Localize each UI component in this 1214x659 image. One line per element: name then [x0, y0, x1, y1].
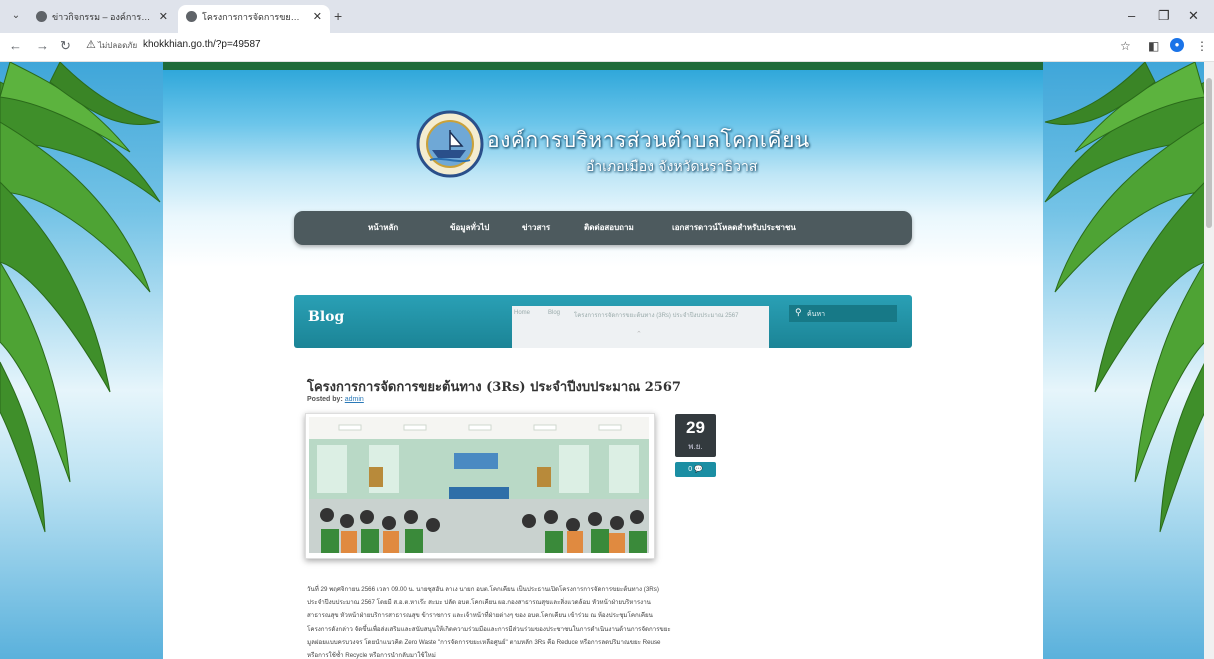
- minimize-icon[interactable]: –: [1128, 8, 1135, 24]
- warning-icon: ⚠: [86, 39, 96, 51]
- comments-count-button[interactable]: 0 💬: [675, 462, 716, 477]
- back-icon[interactable]: ←: [9, 38, 22, 54]
- author-link[interactable]: admin: [345, 396, 364, 403]
- breadcrumb-current: โครงการการจัดการขยะต้นทาง (3Rs) ประจำปีง…: [574, 313, 739, 319]
- url-text[interactable]: khokkhian.go.th/?p=49587: [143, 39, 261, 50]
- post-date-badge: 29 พ.ย.: [675, 414, 716, 457]
- breadcrumb: Home Blog โครงการการจัดการขยะต้นทาง (3Rs…: [512, 306, 769, 348]
- post-body-line: ประจำปีงบประมาณ 2567 โดยมี ส.อ.ต.หาเร๊ะ …: [307, 599, 651, 607]
- profile-avatar-icon[interactable]: ●: [1170, 38, 1184, 52]
- post-body-line: หรือการใช้ซ้ำ Recycle หรือการนำกลับมาใช้…: [307, 652, 436, 659]
- new-tab-icon[interactable]: +: [334, 9, 342, 23]
- side-panel-icon[interactable]: ◧: [1148, 38, 1159, 54]
- restore-icon[interactable]: ❐: [1158, 8, 1170, 24]
- page-viewport: องค์การบริหารส่วนตำบลโคกเคียน อำเภอเมือง…: [0, 62, 1204, 659]
- blog-heading: Blog: [308, 309, 345, 325]
- browser-tab-news[interactable]: ข่าวกิจกรรม – องค์การบริหารส่วนตำ ✕: [28, 5, 176, 33]
- search-icon: ⚲: [795, 307, 802, 317]
- browser-tab-strip: ⌄ ข่าวกิจกรรม – องค์การบริหารส่วนตำ ✕ โค…: [0, 0, 1214, 33]
- main-navigation: หน้าหลัก ข้อมูลทั่วไป ข่าวสาร ติดต่อสอบถ…: [294, 211, 912, 245]
- globe-icon: [186, 11, 197, 22]
- menu-dots-icon[interactable]: ⋮: [1196, 38, 1208, 54]
- post-body: วันที่ 29 พฤศจิกายน 2566 เวลา 09.00 น. น…: [307, 583, 752, 659]
- header-top-strip: [163, 62, 1043, 70]
- search-placeholder: ค้นหา: [807, 311, 826, 318]
- post-body-line: สาธารณสุข หัวหน้าฝ่ายบริการสาธารณสุข ข้า…: [307, 612, 653, 620]
- chevron-up-icon: ⌃: [636, 331, 642, 338]
- post-body-line: วันที่ 29 พฤศจิกายน 2566 เวลา 09.00 น. น…: [307, 586, 659, 593]
- comments-count: 0: [688, 466, 693, 473]
- scrollbar-thumb[interactable]: [1206, 78, 1212, 228]
- close-icon[interactable]: ✕: [159, 5, 168, 29]
- nav-home[interactable]: หน้าหลัก: [368, 211, 398, 245]
- site-title: องค์การบริหารส่วนตำบลโคกเคียน: [487, 128, 810, 152]
- search-input[interactable]: ⚲ ค้นหา: [789, 305, 897, 322]
- meeting-room-photo: [309, 417, 649, 553]
- blog-title-bar: Blog Home Blog โครงการการจัดการขยะต้นทาง…: [294, 295, 912, 348]
- close-icon[interactable]: ✕: [313, 5, 322, 29]
- breadcrumb-blog[interactable]: Blog: [548, 310, 560, 316]
- tab-search-icon[interactable]: ⌄: [9, 9, 23, 23]
- reload-icon[interactable]: ↻: [60, 38, 71, 54]
- post-title: โครงการการจัดการขยะต้นทาง (3Rs) ประจำปีง…: [307, 380, 681, 395]
- post-date-day: 29: [686, 418, 705, 437]
- browser-toolbar: ← → ↻ ⚠ ไม่ปลอดภัย khokkhian.go.th/?p=49…: [0, 33, 1214, 62]
- nav-general-info[interactable]: ข้อมูลทั่วไป: [450, 211, 489, 245]
- site-subtitle: อำเภอเมือง จังหวัดนราธิวาส: [586, 159, 758, 175]
- post-body-line: มูลฝอยแบบครบวงจร โดยนำแนวคิด Zero Waste …: [307, 638, 661, 646]
- nav-contact[interactable]: ติดต่อสอบถาม: [584, 211, 634, 245]
- browser-tab-current[interactable]: โครงการการจัดการขยะต้นทาง (3Rs) ✕: [178, 5, 330, 33]
- nav-downloads[interactable]: เอกสารดาวน์โหลดสำหรับประชาชน: [672, 211, 796, 245]
- address-bar[interactable]: ⚠ ไม่ปลอดภัย khokkhian.go.th/?p=49587: [83, 36, 1113, 56]
- tab-title: ข่าวกิจกรรม – องค์การบริหารส่วนตำ: [52, 12, 152, 22]
- post-date-month: พ.ย.: [688, 442, 703, 451]
- site-logo-seal-icon[interactable]: [416, 110, 484, 178]
- site-header: องค์การบริหารส่วนตำบลโคกเคียน อำเภอเมือง…: [163, 62, 1043, 267]
- page-scrollbar[interactable]: [1204, 62, 1214, 659]
- bookmark-star-icon[interactable]: ☆: [1120, 38, 1131, 54]
- content-column: องค์การบริหารส่วนตำบลโคกเคียน อำเภอเมือง…: [163, 62, 1043, 659]
- breadcrumb-home[interactable]: Home: [514, 310, 530, 316]
- insecure-label[interactable]: ไม่ปลอดภัย: [98, 39, 137, 52]
- nav-news[interactable]: ข่าวสาร: [522, 211, 550, 245]
- posted-by-label: Posted by:: [307, 396, 343, 403]
- tab-title: โครงการการจัดการขยะต้นทาง (3Rs): [202, 12, 302, 22]
- post-body-line: โครงการดังกล่าว จัดขึ้นเพื่อส่งเสริมและส…: [307, 625, 671, 633]
- forward-icon[interactable]: →: [36, 38, 49, 54]
- post-featured-image[interactable]: [305, 413, 655, 559]
- palm-leaves-right-icon: [1044, 62, 1204, 533]
- window-close-icon[interactable]: ✕: [1188, 8, 1199, 24]
- palm-leaves-left-icon: [0, 62, 161, 533]
- post-meta: Posted by: admin: [307, 396, 364, 403]
- globe-icon: [36, 11, 47, 22]
- comment-bubble-icon: 💬: [694, 466, 703, 473]
